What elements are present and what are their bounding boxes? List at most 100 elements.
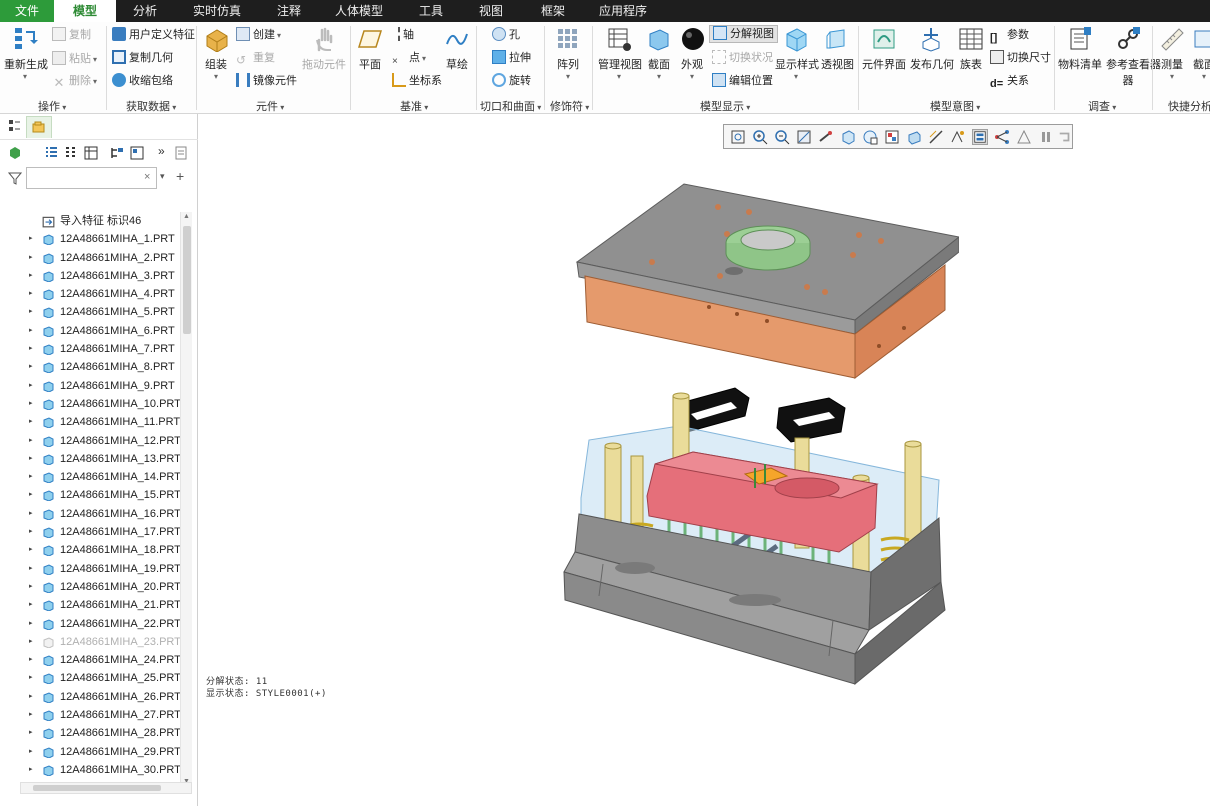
perspective-view-icon[interactable] <box>906 129 922 145</box>
menu-view[interactable]: 视图 <box>468 0 514 22</box>
mirror-component-button[interactable]: 镜像元件 <box>236 72 297 90</box>
saved-orientations-icon[interactable] <box>862 129 878 145</box>
drag-component-button[interactable]: 拖动元件 <box>302 26 346 72</box>
menu-analysis[interactable]: 分析 <box>122 0 168 22</box>
expand-arrow-icon[interactable]: ▸ <box>29 724 33 742</box>
expand-arrow-icon[interactable]: ▸ <box>29 486 33 504</box>
menu-manikin[interactable]: 人体模型 <box>328 0 390 22</box>
expand-arrow-icon[interactable]: ▸ <box>29 743 33 761</box>
tree-part-item[interactable]: ▸ 12A48661MIHA_30.PRT <box>0 761 180 779</box>
tree-columns-icon[interactable] <box>84 146 98 160</box>
view-manager-icon[interactable] <box>884 129 900 145</box>
switch-dimensions-button[interactable]: 切换尺寸 <box>990 49 1051 67</box>
expand-arrow-icon[interactable]: ▸ <box>29 413 33 431</box>
warning-triangle-icon[interactable] <box>1016 129 1032 145</box>
expand-arrow-icon[interactable]: ▸ <box>29 267 33 285</box>
parameters-button[interactable]: [] 参数 <box>990 26 1029 44</box>
show-details-icon[interactable] <box>174 146 188 160</box>
section-button[interactable]: 截面 ▾ <box>646 26 672 82</box>
tree-part-item[interactable]: ▸ 12A48661MIHA_3.PRT <box>0 267 180 285</box>
bom-button[interactable]: 物料清单 <box>1058 26 1102 72</box>
filter-funnel-icon[interactable] <box>8 171 22 185</box>
expand-arrow-icon[interactable]: ▸ <box>29 395 33 413</box>
tree-part-item[interactable]: ▸ 12A48661MIHA_16.PRT <box>0 505 180 523</box>
user-defined-feature-button[interactable]: 用户定义特征 <box>112 26 195 44</box>
tree-part-item[interactable]: ▸ 12A48661MIHA_29.PRT <box>0 743 180 761</box>
reference-viewer-button[interactable]: 参考查看器器 <box>1106 26 1161 88</box>
expand-arrow-icon[interactable]: ▸ <box>29 596 33 614</box>
tree-part-item[interactable]: ▸ 12A48661MIHA_4.PRT <box>0 285 180 303</box>
relations-button[interactable]: d= 关系 <box>990 72 1029 90</box>
expand-arrow-icon[interactable]: ▸ <box>29 761 33 779</box>
zoom-out-icon[interactable] <box>774 129 790 145</box>
expand-arrow-icon[interactable]: ▸ <box>29 688 33 706</box>
group-label-operations[interactable]: 操作 <box>38 98 66 114</box>
expand-arrow-icon[interactable]: ▸ <box>29 541 33 559</box>
tree-part-item[interactable]: ▸ 12A48661MIHA_17.PRT <box>0 523 180 541</box>
csys-button[interactable]: 坐标系 <box>392 72 442 90</box>
display-style-button[interactable]: 显示样式 ▾ <box>775 26 819 82</box>
expand-arrow-icon[interactable]: ▸ <box>29 230 33 248</box>
expand-arrow-icon[interactable]: ▸ <box>29 615 33 633</box>
axis-button[interactable]: 轴 <box>392 26 414 44</box>
expand-arrow-icon[interactable]: ▸ <box>29 633 33 651</box>
measure-button[interactable]: 测量 ▾ <box>1158 26 1186 82</box>
menu-model[interactable]: 模型 <box>54 0 116 22</box>
paste-button[interactable]: 粘贴 ▾ <box>52 50 97 68</box>
group-label-model-display[interactable]: 模型显示 <box>700 98 750 114</box>
edit-position-button[interactable]: 编辑位置 <box>712 72 773 90</box>
tree-part-item[interactable]: ▸ 12A48661MIHA_7.PRT <box>0 340 180 358</box>
tree-part-item[interactable]: ▸ 12A48661MIHA_13.PRT <box>0 450 180 468</box>
tree-part-item[interactable]: ▸ 12A48661MIHA_24.PRT <box>0 651 180 669</box>
tree-part-item[interactable]: ▸ 12A48661MIHA_1.PRT <box>0 230 180 248</box>
publish-geometry-button[interactable]: 发布几何 <box>910 26 954 72</box>
create-button[interactable]: 创建 ▾ <box>236 26 281 44</box>
regenerate-button[interactable]: 重新生成 ▾ <box>4 26 48 82</box>
repeat-button[interactable]: ↺ 重复 <box>236 49 275 67</box>
expand-arrow-icon[interactable]: ▸ <box>29 560 33 578</box>
tree-vertical-scroll-thumb[interactable] <box>183 226 191 334</box>
perspective-button[interactable]: 透视图 <box>821 26 854 72</box>
point-button[interactable]: × 点 ▾ <box>392 49 426 67</box>
spin-center-icon[interactable] <box>818 129 834 145</box>
copy-button[interactable]: 复制 <box>52 26 91 44</box>
tree-import-feature[interactable]: 导入特征 标识46 <box>0 212 180 230</box>
expand-arrow-icon[interactable]: ▸ <box>29 450 33 468</box>
black-insert-right[interactable] <box>776 397 846 443</box>
filter-dropdown-icon[interactable]: ▾ <box>160 171 165 182</box>
tree-part-item[interactable]: ▸ 12A48661MIHA_10.PRT <box>0 395 180 413</box>
menu-file[interactable]: 文件 <box>0 0 54 22</box>
expand-arrow-icon[interactable]: ▸ <box>29 340 33 358</box>
tree-part-item[interactable]: ▸ 12A48661MIHA_21.PRT <box>0 596 180 614</box>
expand-arrow-icon[interactable]: ▸ <box>29 322 33 340</box>
copy-geometry-button[interactable]: 复制几何 <box>112 49 173 67</box>
annotation-display-icon[interactable] <box>950 129 966 145</box>
tree-part-item[interactable]: ▸ 12A48661MIHA_20.PRT <box>0 578 180 596</box>
hole-button[interactable]: 孔 <box>492 26 520 44</box>
quick-section-button[interactable]: 截面 ▾ <box>1192 26 1210 82</box>
tree-filter-settings-icon[interactable] <box>110 146 124 160</box>
tree-expand-icon[interactable] <box>64 146 78 160</box>
assemble-button[interactable]: 组装 ▾ <box>200 26 232 82</box>
exploded-mold-assembly[interactable] <box>559 180 959 740</box>
tree-horizontal-scroll-thumb[interactable] <box>33 785 161 791</box>
expand-arrow-icon[interactable]: ▸ <box>29 377 33 395</box>
add-filter-icon[interactable]: + <box>176 168 184 184</box>
expand-arrow-icon[interactable]: ▸ <box>29 249 33 267</box>
graphics-window[interactable]: 分解状态: 11 显示状态: STYLE0001(+) <box>199 114 1210 806</box>
expand-arrow-icon[interactable]: ▸ <box>29 468 33 486</box>
expand-arrow-icon[interactable]: ▸ <box>29 706 33 724</box>
tree-part-item[interactable]: ▸ 12A48661MIHA_23.PRT <box>0 633 180 651</box>
expand-arrow-icon[interactable]: ▸ <box>29 651 33 669</box>
explode-toggle-icon[interactable] <box>972 129 988 145</box>
expand-arrow-icon[interactable]: ▸ <box>29 505 33 523</box>
menu-framework[interactable]: 框架 <box>530 0 576 22</box>
tree-part-item[interactable]: ▸ 12A48661MIHA_9.PRT <box>0 377 180 395</box>
locating-ring[interactable] <box>725 225 811 271</box>
appearance-button[interactable]: 外观 ▾ <box>680 26 704 82</box>
expand-arrow-icon[interactable]: ▸ <box>29 669 33 687</box>
shaded-cube-icon[interactable] <box>840 129 856 145</box>
menu-applications[interactable]: 应用程序 <box>592 0 654 22</box>
revolve-button[interactable]: 旋转 <box>492 72 531 90</box>
tree-part-item[interactable]: ▸ 12A48661MIHA_15.PRT <box>0 486 180 504</box>
